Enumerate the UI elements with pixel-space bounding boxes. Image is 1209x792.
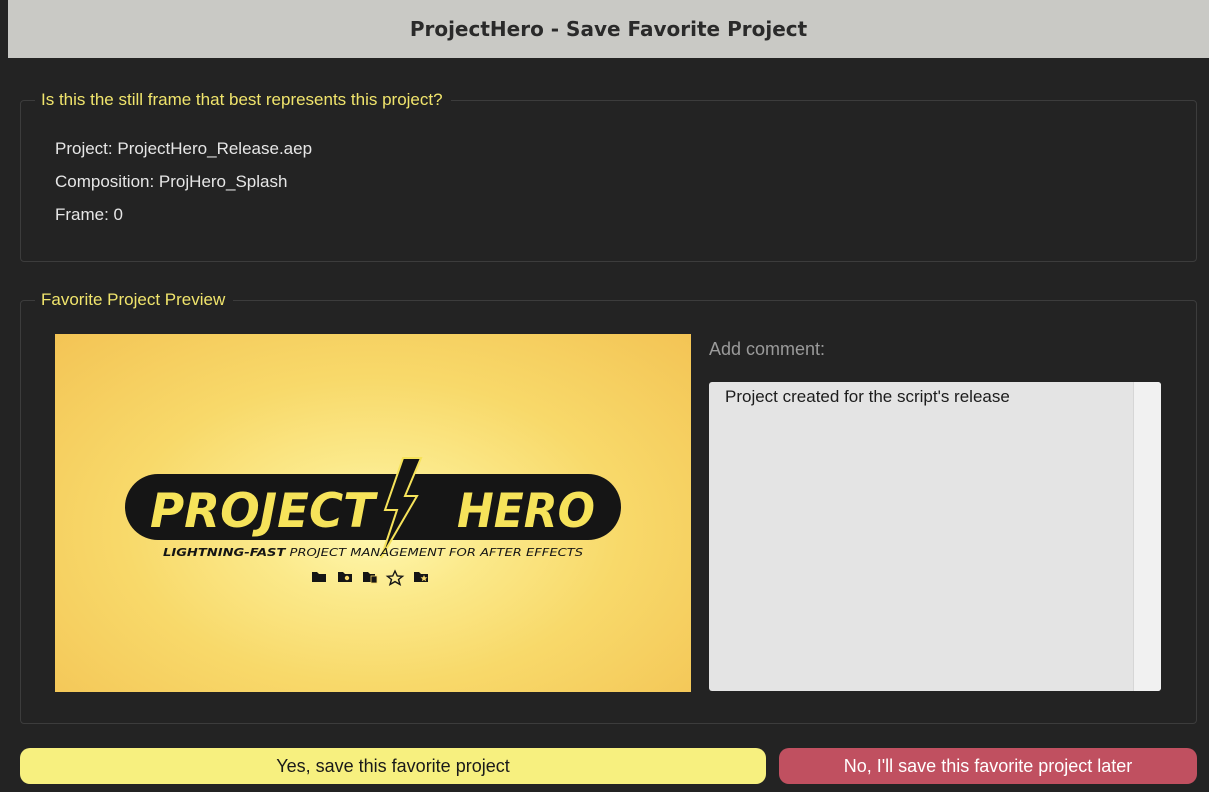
folder-search-icon xyxy=(338,572,352,582)
window-titlebar: ProjectHero - Save Favorite Project xyxy=(8,0,1209,58)
window-title: ProjectHero - Save Favorite Project xyxy=(409,17,808,41)
save-favorite-button-label: Yes, save this favorite project xyxy=(276,755,510,776)
comment-text-value[interactable]: Project created for the script's release xyxy=(725,386,1125,408)
folder-star-icon xyxy=(414,572,428,582)
comment-scrollbar[interactable] xyxy=(1133,382,1161,691)
logo-word-project: PROJECT xyxy=(150,484,379,539)
comment-textarea[interactable]: Project created for the script's release xyxy=(709,382,1161,691)
logo-word-hero: HERO xyxy=(457,484,595,539)
star-icon xyxy=(385,569,405,586)
favorite-preview-panel: Favorite Project Preview PROJECT HERO LI… xyxy=(20,289,1197,724)
projecthero-logo: PROJECT HERO LIGHTNING-FAST PROJECT MANA… xyxy=(125,457,621,586)
project-name-line: Project: ProjectHero_Release.aep xyxy=(55,139,313,158)
folder-icon xyxy=(312,572,326,582)
info-panel-title: Is this the still frame that best repres… xyxy=(35,89,451,111)
save-later-button[interactable]: No, I'll save this favorite project late… xyxy=(779,748,1197,784)
project-preview-image: PROJECT HERO LIGHTNING-FAST PROJECT MANA… xyxy=(55,334,691,692)
folder-copy-icon xyxy=(363,572,378,584)
save-later-button-label: No, I'll save this favorite project late… xyxy=(843,755,1133,776)
save-favorite-button[interactable]: Yes, save this favorite project xyxy=(20,748,766,784)
add-comment-label: Add comment: xyxy=(709,339,826,359)
logo-tagline: LIGHTNING-FAST PROJECT MANAGEMENT FOR AF… xyxy=(163,546,583,559)
logo-tagline-bold: LIGHTNING-FAST xyxy=(163,546,287,559)
logo-tagline-rest: PROJECT MANAGEMENT FOR AFTER EFFECTS xyxy=(285,546,583,559)
preview-panel-title: Favorite Project Preview xyxy=(35,289,234,311)
composition-name-line: Composition: ProjHero_Splash xyxy=(55,172,288,191)
project-info-panel: Is this the still frame that best repres… xyxy=(20,89,1197,262)
frame-number-line: Frame: 0 xyxy=(55,205,124,224)
logo-icon-row xyxy=(312,569,428,586)
